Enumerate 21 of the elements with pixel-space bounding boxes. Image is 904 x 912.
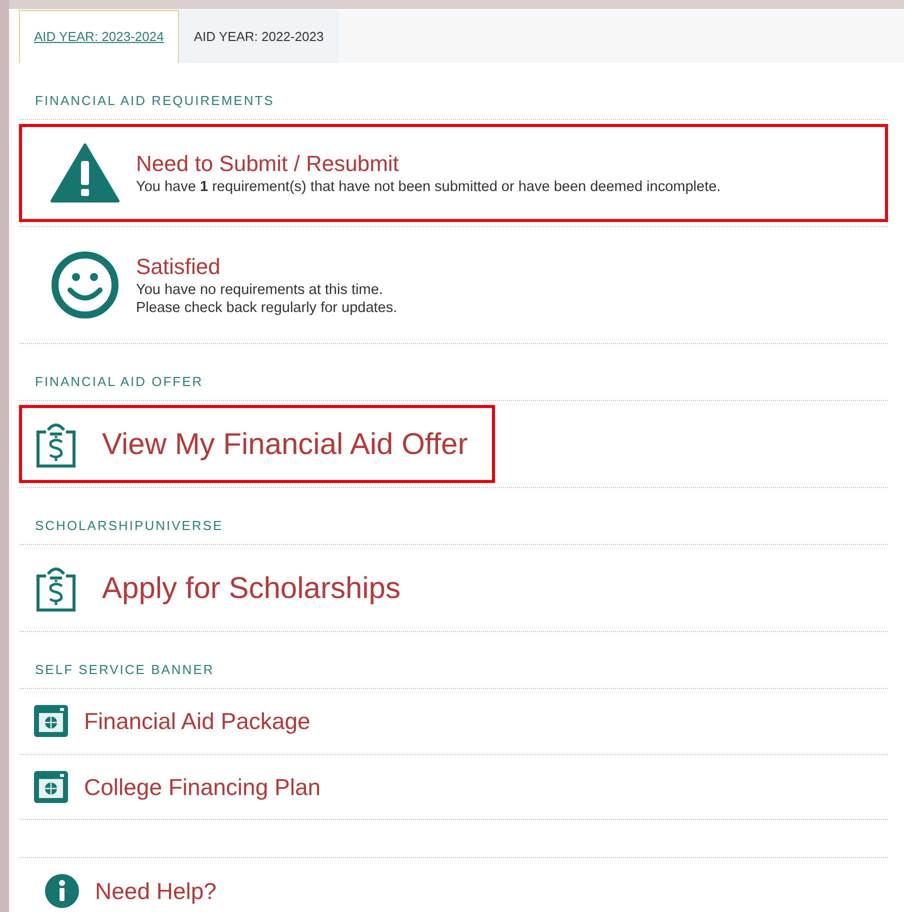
description-text: Please check back regularly for updates. [136,299,398,317]
description-text: You have no requirements at this time. [136,281,384,299]
description-text: You have 1 requirement(s) that have not been submitted or have been deemed incomplete. [136,178,721,196]
smiley-icon [50,250,120,320]
tab[interactable]: AID YEAR: 2023-2024 [19,10,179,63]
link[interactable]: View My Financial Aid Offer [102,422,468,466]
browser-window-icon [34,705,68,738]
link[interactable]: College Financing Plan [84,770,321,804]
link[interactable]: Apply for Scholarships [102,566,400,610]
link[interactable]: Financial Aid Package [84,704,310,738]
help-link[interactable]: Need Help? [95,874,216,908]
warning-icon [50,143,120,203]
info-icon [45,874,79,908]
browser-window-icon [34,770,68,803]
section-heading: SELF SERVICE BANNER [35,662,214,677]
section-heading: FINANCIAL AID REQUIREMENTS [35,93,274,108]
tab[interactable]: AID YEAR: 2022-2023 [178,10,339,63]
link[interactable]: Need to Submit / Resubmit [136,150,721,178]
section-heading: FINANCIAL AID OFFER [35,374,204,389]
link[interactable]: Satisfied [136,253,398,281]
section-heading: SCHOLARSHIPUNIVERSE [35,518,224,533]
